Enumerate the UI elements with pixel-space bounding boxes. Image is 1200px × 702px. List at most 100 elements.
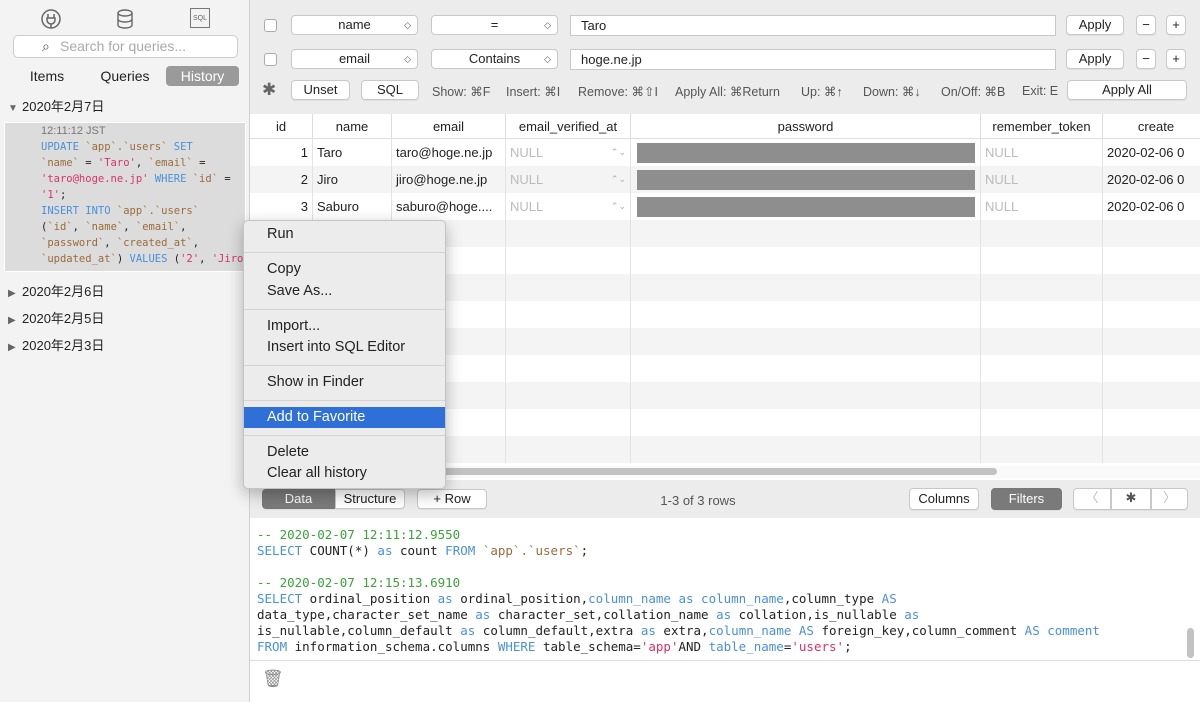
- search-input[interactable]: ⌕ Search for queries...: [13, 35, 238, 58]
- menu-item-clear-all-history[interactable]: Clear all history: [244, 463, 445, 484]
- table-cell[interactable]: [1103, 301, 1200, 328]
- table-row[interactable]: 2 Jiro jiro@hoge.ne.jp NULL ⌃⌄ NULL 2020-02-06…: [250, 166, 1200, 193]
- table-cell[interactable]: [981, 355, 1103, 382]
- table-cell[interactable]: NULL: [981, 166, 1103, 193]
- unset-button[interactable]: Unset: [291, 80, 350, 100]
- table-cell[interactable]: [981, 328, 1103, 355]
- table-cell[interactable]: [981, 274, 1103, 301]
- table-cell[interactable]: 2020-02-06 0: [1103, 193, 1200, 220]
- table-cell[interactable]: [1103, 328, 1200, 355]
- history-group[interactable]: ▶ 2020年2月5日: [8, 308, 104, 327]
- table-cell[interactable]: [631, 301, 981, 328]
- table-cell[interactable]: [631, 247, 981, 274]
- filter-value-input[interactable]: Taro: [570, 15, 1056, 36]
- filter-column-select[interactable]: email ◇: [291, 49, 418, 69]
- filter-operator-select[interactable]: Contains ◇: [431, 49, 558, 69]
- table-row[interactable]: 1 Taro taro@hoge.ne.jp NULL ⌃⌄ NULL 2020-02-06…: [250, 139, 1200, 166]
- filters-button[interactable]: Filters: [991, 488, 1062, 510]
- remove-filter-button[interactable]: −: [1136, 15, 1156, 35]
- column-header-password[interactable]: password: [631, 114, 981, 139]
- table-cell[interactable]: [631, 139, 981, 166]
- column-header-create[interactable]: create: [1103, 114, 1200, 139]
- table-cell[interactable]: [631, 355, 981, 382]
- apply-all-button[interactable]: Apply All: [1067, 80, 1187, 100]
- table-cell[interactable]: NULL ⌃⌄: [506, 139, 631, 166]
- table-cell[interactable]: Saburo: [313, 193, 392, 220]
- table-cell[interactable]: NULL ⌃⌄: [506, 166, 631, 193]
- sql-button[interactable]: SQL: [361, 80, 419, 100]
- table-cell[interactable]: [631, 166, 981, 193]
- next-page-button[interactable]: 〉: [1151, 488, 1188, 510]
- table-cell[interactable]: saburo@hoge....: [392, 193, 506, 220]
- table-cell[interactable]: 2: [250, 166, 313, 193]
- table-cell[interactable]: [1103, 247, 1200, 274]
- table-cell[interactable]: [981, 409, 1103, 436]
- table-cell[interactable]: [506, 409, 631, 436]
- table-cell[interactable]: 3: [250, 193, 313, 220]
- table-cell[interactable]: [506, 436, 631, 463]
- tab-queries[interactable]: Queries: [90, 66, 160, 86]
- table-cell[interactable]: [1103, 274, 1200, 301]
- menu-item-run[interactable]: Run: [244, 224, 445, 245]
- add-filter-button[interactable]: +: [1166, 49, 1186, 69]
- menu-item-add-to-favorite[interactable]: Add to Favorite: [244, 407, 445, 428]
- table-row[interactable]: 3 Saburo saburo@hoge.... NULL ⌃⌄ NULL 2020-02-…: [250, 193, 1200, 220]
- menu-item-delete[interactable]: Delete: [244, 442, 445, 463]
- table-cell[interactable]: Jiro: [313, 166, 392, 193]
- table-cell[interactable]: [1103, 220, 1200, 247]
- table-cell[interactable]: [631, 193, 981, 220]
- table-cell[interactable]: [981, 301, 1103, 328]
- filter-enable-checkbox[interactable]: [264, 19, 277, 32]
- table-cell[interactable]: [631, 436, 981, 463]
- columns-button[interactable]: Columns: [909, 488, 979, 510]
- table-cell[interactable]: [506, 328, 631, 355]
- menu-item-save-as[interactable]: Save As...: [244, 281, 445, 302]
- table-cell[interactable]: [506, 220, 631, 247]
- table-cell[interactable]: [981, 382, 1103, 409]
- sql-icon[interactable]: SQL: [190, 8, 210, 28]
- column-header-name[interactable]: name: [313, 114, 392, 139]
- stepper-icon[interactable]: ⌃⌄: [611, 193, 626, 220]
- table-cell[interactable]: [1103, 436, 1200, 463]
- table-cell[interactable]: NULL ⌃⌄: [506, 193, 631, 220]
- prev-page-button[interactable]: 〈: [1073, 488, 1111, 510]
- table-cell[interactable]: [1103, 355, 1200, 382]
- tab-structure[interactable]: Structure: [335, 489, 405, 509]
- log-scrollbar[interactable]: [1187, 628, 1194, 658]
- table-cell[interactable]: [1103, 382, 1200, 409]
- table-cell[interactable]: [631, 220, 981, 247]
- table-cell[interactable]: 2020-02-06 0: [1103, 139, 1200, 166]
- filter-enable-checkbox[interactable]: [264, 53, 277, 66]
- table-cell[interactable]: [506, 382, 631, 409]
- table-cell[interactable]: NULL: [981, 193, 1103, 220]
- table-cell[interactable]: [631, 409, 981, 436]
- filter-operator-select[interactable]: = ◇: [431, 15, 558, 35]
- column-header-remember_token[interactable]: remember_token: [981, 114, 1103, 139]
- table-cell[interactable]: [1103, 409, 1200, 436]
- tab-history[interactable]: History: [166, 66, 239, 86]
- history-group[interactable]: ▼ 2020年2月7日: [8, 96, 104, 115]
- table-cell[interactable]: jiro@hoge.ne.jp: [392, 166, 506, 193]
- table-cell[interactable]: 1: [250, 139, 313, 166]
- add-filter-button[interactable]: +: [1166, 15, 1186, 35]
- menu-item-import[interactable]: Import...: [244, 316, 445, 337]
- tab-data[interactable]: Data: [262, 489, 335, 509]
- history-item[interactable]: 12:11:12 JST UPDATE `app`.`users` SET `n…: [4, 122, 246, 272]
- trash-icon[interactable]: 🗑: [262, 669, 284, 689]
- database-icon[interactable]: [114, 8, 136, 30]
- table-cell[interactable]: 2020-02-06 0: [1103, 166, 1200, 193]
- table-cell[interactable]: [631, 274, 981, 301]
- remove-filter-button[interactable]: −: [1136, 49, 1156, 69]
- menu-item-insert-into-sql-editor[interactable]: Insert into SQL Editor: [244, 337, 445, 358]
- filter-column-select[interactable]: name ◇: [291, 15, 418, 35]
- table-cell[interactable]: [631, 328, 981, 355]
- scrollbar-thumb[interactable]: [420, 468, 997, 475]
- apply-button[interactable]: Apply: [1066, 49, 1124, 69]
- table-cell[interactable]: Taro: [313, 139, 392, 166]
- table-cell[interactable]: [981, 247, 1103, 274]
- column-header-email_verified_at[interactable]: email_verified_at: [506, 114, 631, 139]
- tab-items[interactable]: Items: [14, 66, 80, 86]
- table-cell[interactable]: [506, 247, 631, 274]
- table-cell[interactable]: [506, 274, 631, 301]
- stepper-icon[interactable]: ⌃⌄: [611, 139, 626, 166]
